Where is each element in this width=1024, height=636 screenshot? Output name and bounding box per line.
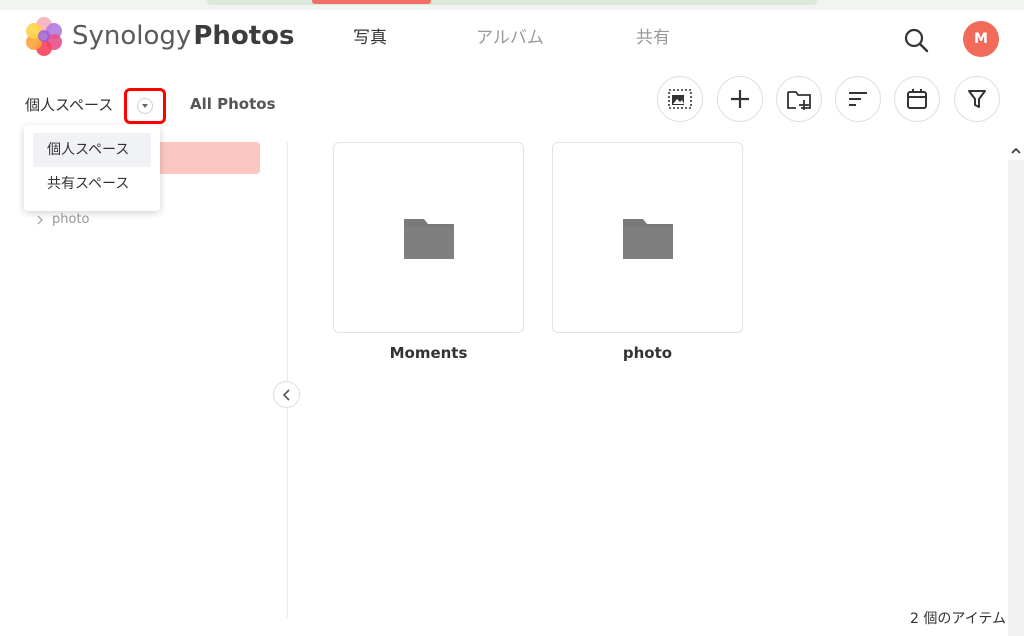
collapse-sidebar-button[interactable] (273, 381, 300, 408)
scroll-up-button[interactable] (1007, 143, 1024, 159)
item-count: 2 個のアイテム (910, 611, 1006, 627)
folder-name[interactable]: Moments (333, 344, 524, 362)
new-folder-icon (787, 91, 811, 110)
folder-icon (403, 218, 454, 259)
search-icon[interactable] (902, 26, 930, 54)
active-tab-indicator (312, 0, 431, 4)
tree-item-photo[interactable]: photo (36, 212, 90, 227)
tab-photos[interactable]: 写真 (353, 26, 387, 50)
sort-button[interactable] (835, 76, 881, 122)
space-dropdown-menu: 個人スペース 共有スペース (24, 125, 160, 211)
sidebar-divider (287, 142, 288, 618)
sort-icon (849, 92, 867, 106)
filter-button[interactable] (954, 76, 1000, 122)
calendar-button[interactable] (894, 76, 940, 122)
select-mode-icon (668, 89, 692, 109)
user-avatar[interactable]: M (963, 21, 999, 57)
folder-card-moments[interactable] (333, 142, 524, 333)
app-brand: SynologyPhotos (72, 20, 295, 52)
new-folder-button[interactable] (776, 76, 822, 122)
folder-name[interactable]: photo (552, 344, 743, 362)
filter-icon (968, 90, 986, 108)
menu-item-personal-space[interactable]: 個人スペース (33, 133, 151, 167)
chevron-up-icon (1010, 147, 1021, 154)
view-title: All Photos (190, 95, 276, 113)
progress-strip (207, 0, 817, 5)
scrollbar-track[interactable] (1008, 160, 1024, 636)
add-button[interactable] (717, 76, 763, 122)
tab-albums[interactable]: アルバム (476, 26, 544, 50)
brand-photos: Photos (193, 21, 295, 51)
browser-top-strip (0, 0, 1024, 10)
folder-icon (622, 218, 673, 259)
space-dropdown-button[interactable] (124, 88, 166, 124)
brand-synology: Synology (72, 21, 192, 51)
folder-card-photo[interactable] (552, 142, 743, 333)
space-label: 個人スペース (25, 96, 114, 114)
menu-item-shared-space[interactable]: 共有スペース (33, 167, 151, 201)
calendar-icon (907, 89, 927, 109)
chevron-right-icon (37, 215, 43, 224)
tree-item-label: photo (52, 212, 90, 227)
chevron-down-icon (137, 98, 153, 114)
add-icon (731, 90, 749, 108)
chevron-left-icon (282, 388, 290, 401)
tab-shared[interactable]: 共有 (636, 26, 670, 50)
app-header: SynologyPhotos 写真 アルバム 共有 M (0, 0, 1024, 72)
select-mode-button[interactable] (657, 76, 703, 122)
synology-photos-logo-icon (26, 17, 62, 56)
